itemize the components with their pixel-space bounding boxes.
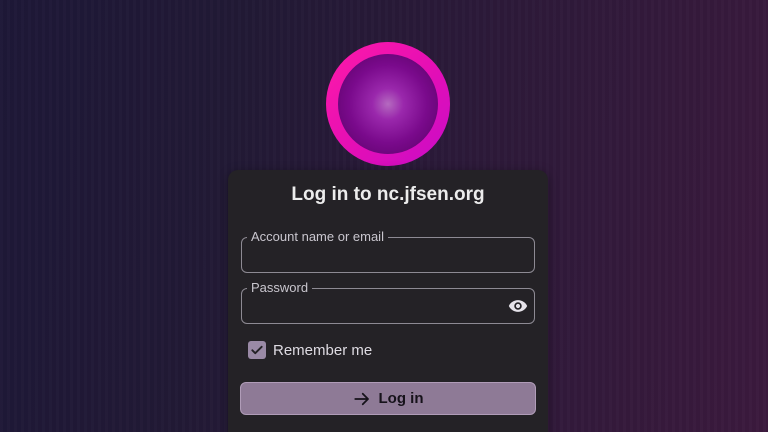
password-input[interactable] <box>252 297 502 317</box>
account-input[interactable] <box>252 246 502 266</box>
login-button-label: Log in <box>378 390 424 407</box>
eye-icon[interactable] <box>508 296 528 316</box>
remember-checkbox[interactable] <box>248 341 266 359</box>
remember-me[interactable]: Remember me <box>248 340 372 360</box>
remember-label: Remember me <box>273 341 373 359</box>
arrow-right-icon <box>353 392 369 405</box>
checkmark-icon <box>251 345 263 355</box>
password-field[interactable]: Password <box>241 280 535 324</box>
logo-core <box>338 54 438 154</box>
account-field-label: Account name or email <box>247 229 388 245</box>
account-field[interactable]: Account name or email <box>241 229 535 273</box>
password-field-label: Password <box>247 280 313 296</box>
page-title: Log in to nc.jfsen.org <box>291 184 485 205</box>
logo-icon <box>326 42 450 166</box>
login-card: Log in to nc.jfsen.org Account name or e… <box>228 170 548 432</box>
login-button[interactable]: Log in <box>240 382 536 415</box>
